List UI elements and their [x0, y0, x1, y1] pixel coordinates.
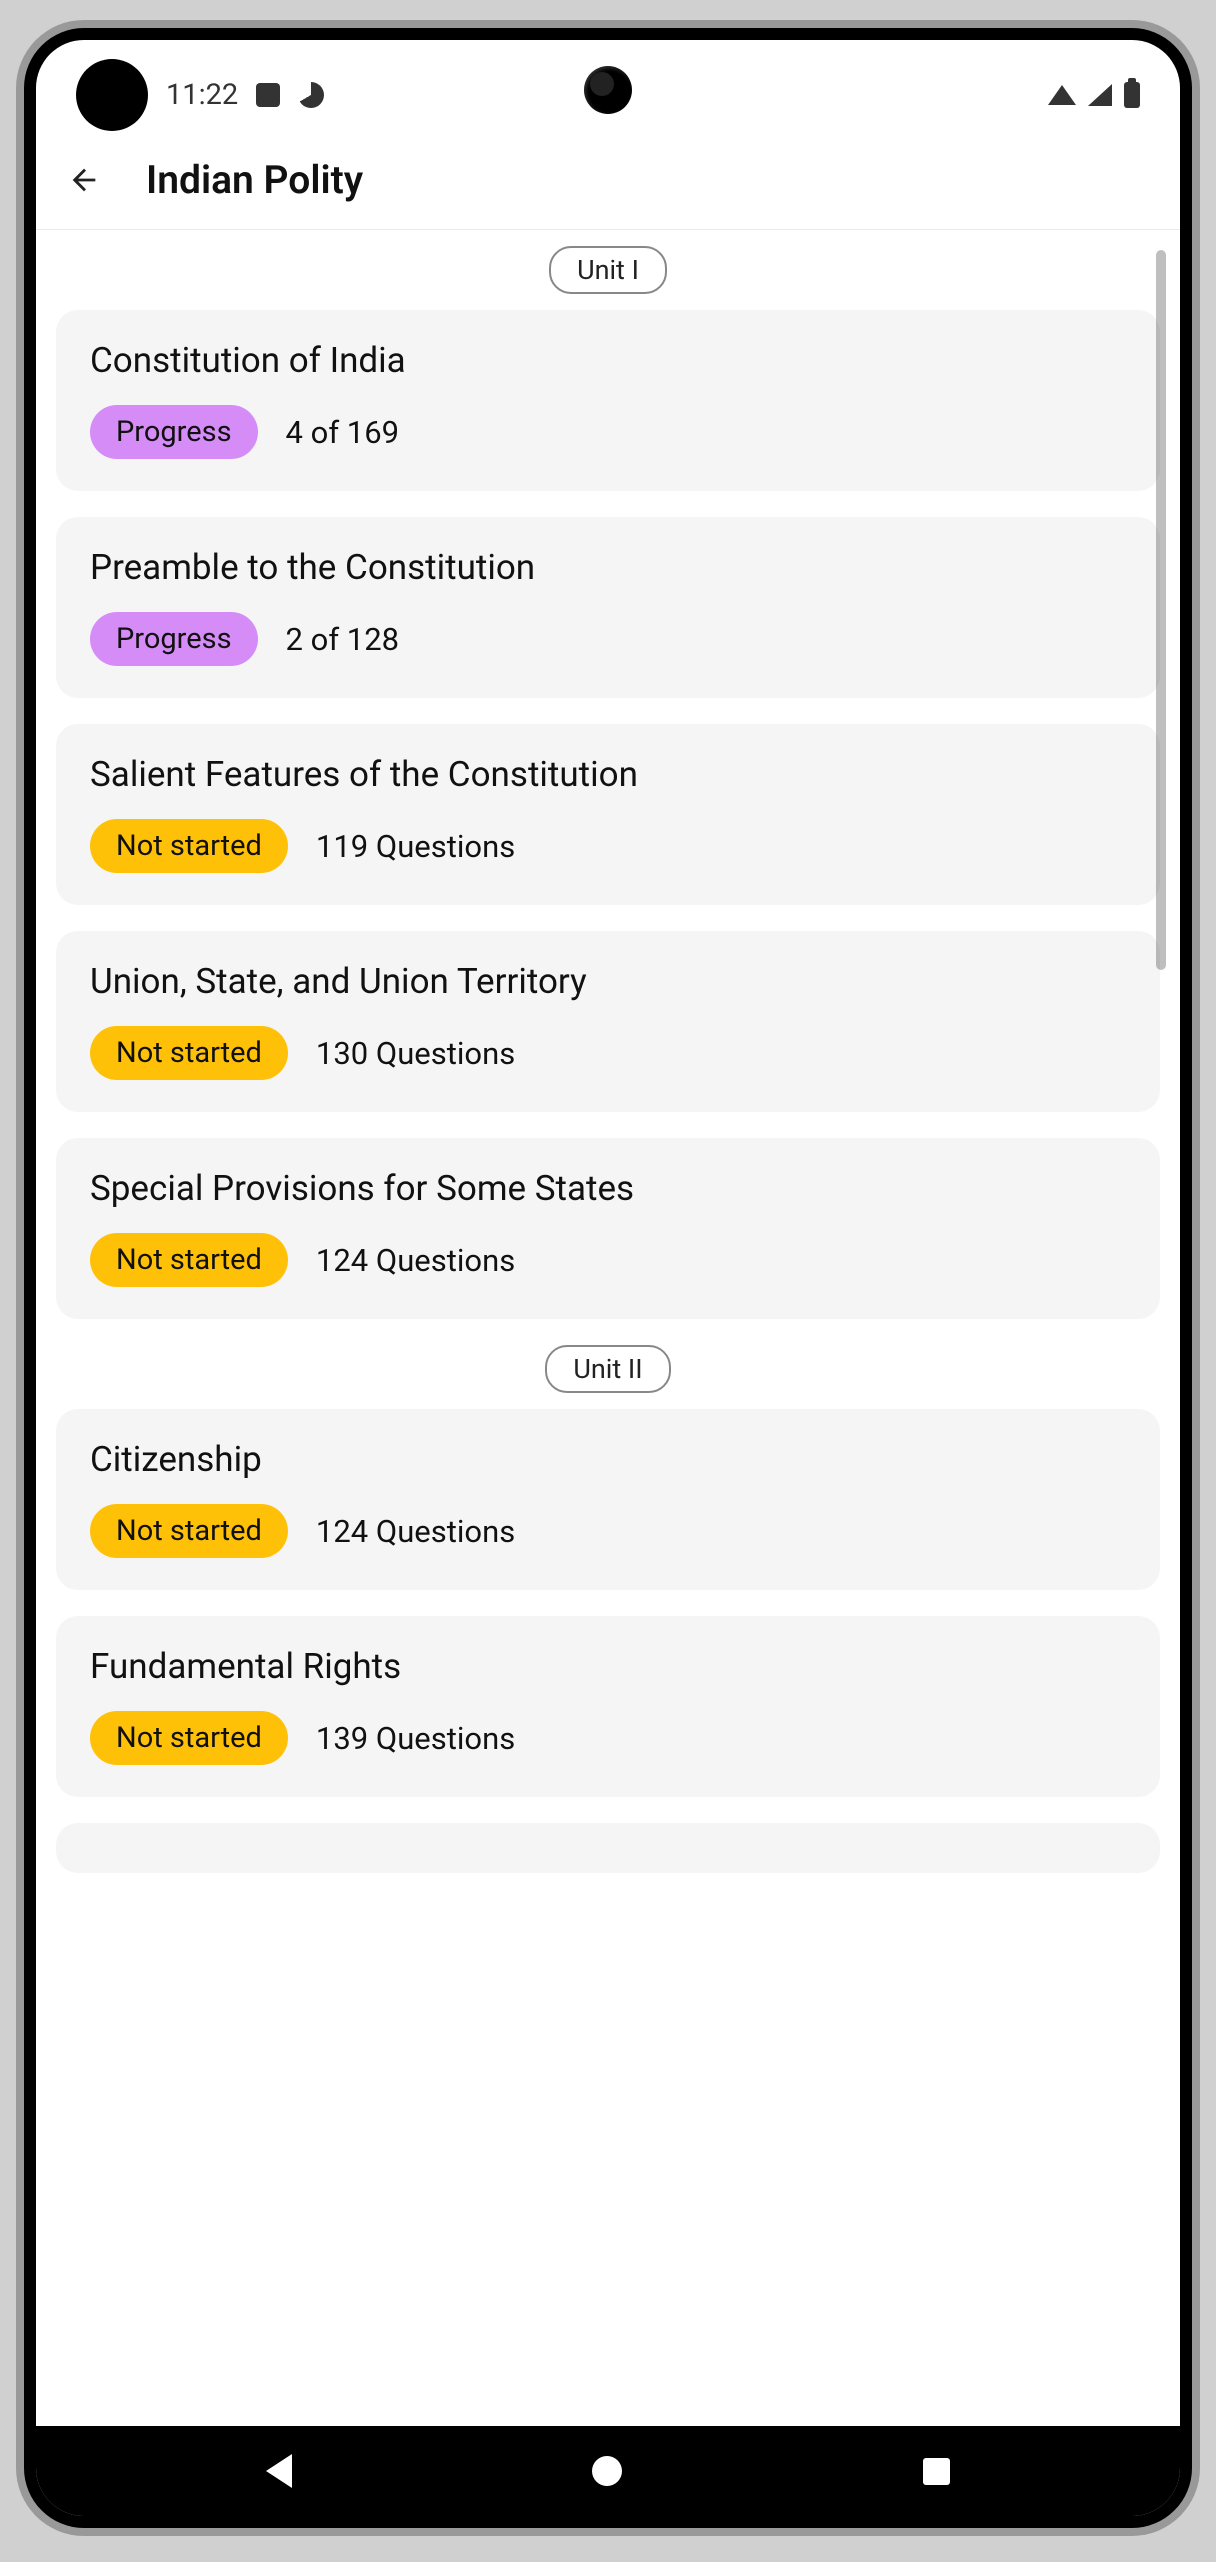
- status-badge: Not started: [90, 1026, 288, 1080]
- topic-card[interactable]: Salient Features of the Constitution Not …: [56, 724, 1160, 905]
- topic-title: Preamble to the Constitution: [90, 547, 1126, 588]
- nav-home-button[interactable]: [592, 2456, 622, 2486]
- scrollbar-thumb[interactable]: [1156, 250, 1166, 970]
- content-scroll-area[interactable]: Unit I Constitution of India Progress 4 of …: [36, 230, 1180, 2426]
- status-badge: Not started: [90, 1233, 288, 1287]
- unit-chip[interactable]: Unit II: [545, 1345, 670, 1393]
- topic-title: Union, State, and Union Territory: [90, 961, 1126, 1002]
- topic-card[interactable]: [56, 1823, 1160, 1873]
- arrow-left-icon: [67, 163, 101, 197]
- status-badge: Not started: [90, 819, 288, 873]
- cell-signal-icon: [1088, 84, 1112, 106]
- topic-count: 139 Questions: [316, 1720, 515, 1757]
- status-badge: Not started: [90, 1504, 288, 1558]
- system-nav-bar: [36, 2426, 1180, 2516]
- topic-card[interactable]: Fundamental Rights Not started 139 Questio…: [56, 1616, 1160, 1797]
- topic-title: Constitution of India: [90, 340, 1126, 381]
- topic-card[interactable]: Citizenship Not started 124 Questions: [56, 1409, 1160, 1590]
- topic-count: 119 Questions: [316, 828, 515, 865]
- app-indicator-dot: [76, 59, 148, 131]
- wifi-icon: [1048, 85, 1076, 105]
- topic-card[interactable]: Constitution of India Progress 4 of 169: [56, 310, 1160, 491]
- back-button[interactable]: [66, 162, 102, 198]
- status-time: 11:22: [166, 78, 238, 112]
- phone-frame: 11:22 Indian Polity Unit I Constitution o…: [24, 28, 1192, 2528]
- topic-count: 124 Questions: [316, 1513, 515, 1550]
- topic-card[interactable]: Union, State, and Union Territory Not sta…: [56, 931, 1160, 1112]
- topic-count: 2 of 128: [286, 621, 400, 658]
- sd-card-icon: [256, 83, 280, 107]
- status-badge: Not started: [90, 1711, 288, 1765]
- status-badge: Progress: [90, 612, 258, 666]
- nav-recent-button[interactable]: [923, 2458, 950, 2485]
- screen: 11:22 Indian Polity Unit I Constitution o…: [36, 40, 1180, 2516]
- page-title: Indian Polity: [146, 157, 363, 203]
- unit-chip[interactable]: Unit I: [549, 246, 667, 294]
- camera-notch: [584, 66, 632, 114]
- topic-card[interactable]: Special Provisions for Some States Not st…: [56, 1138, 1160, 1319]
- topic-count: 130 Questions: [316, 1035, 515, 1072]
- topic-count: 124 Questions: [316, 1242, 515, 1279]
- app-header: Indian Polity: [36, 130, 1180, 230]
- topic-title: Salient Features of the Constitution: [90, 754, 1126, 795]
- topic-count: 4 of 169: [286, 414, 400, 451]
- status-badge: Progress: [90, 405, 258, 459]
- battery-icon: [1124, 82, 1140, 108]
- topic-card[interactable]: Preamble to the Constitution Progress 2 of…: [56, 517, 1160, 698]
- topic-title: Fundamental Rights: [90, 1646, 1126, 1687]
- topic-title: Special Provisions for Some States: [90, 1168, 1126, 1209]
- nav-back-button[interactable]: [266, 2454, 292, 2488]
- data-usage-icon: [298, 82, 324, 108]
- topic-title: Citizenship: [90, 1439, 1126, 1480]
